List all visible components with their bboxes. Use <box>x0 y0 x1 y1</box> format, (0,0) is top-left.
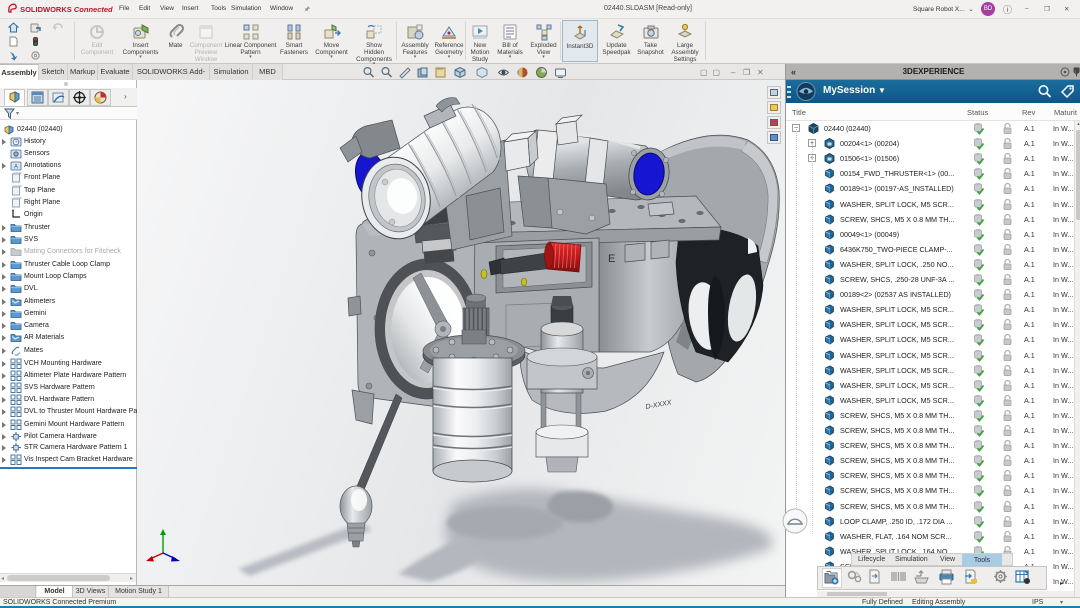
svg-text:D-XXXX: D-XXXX <box>645 399 672 410</box>
svg-text:E: E <box>608 253 615 265</box>
svg-text:A: A <box>14 165 18 171</box>
